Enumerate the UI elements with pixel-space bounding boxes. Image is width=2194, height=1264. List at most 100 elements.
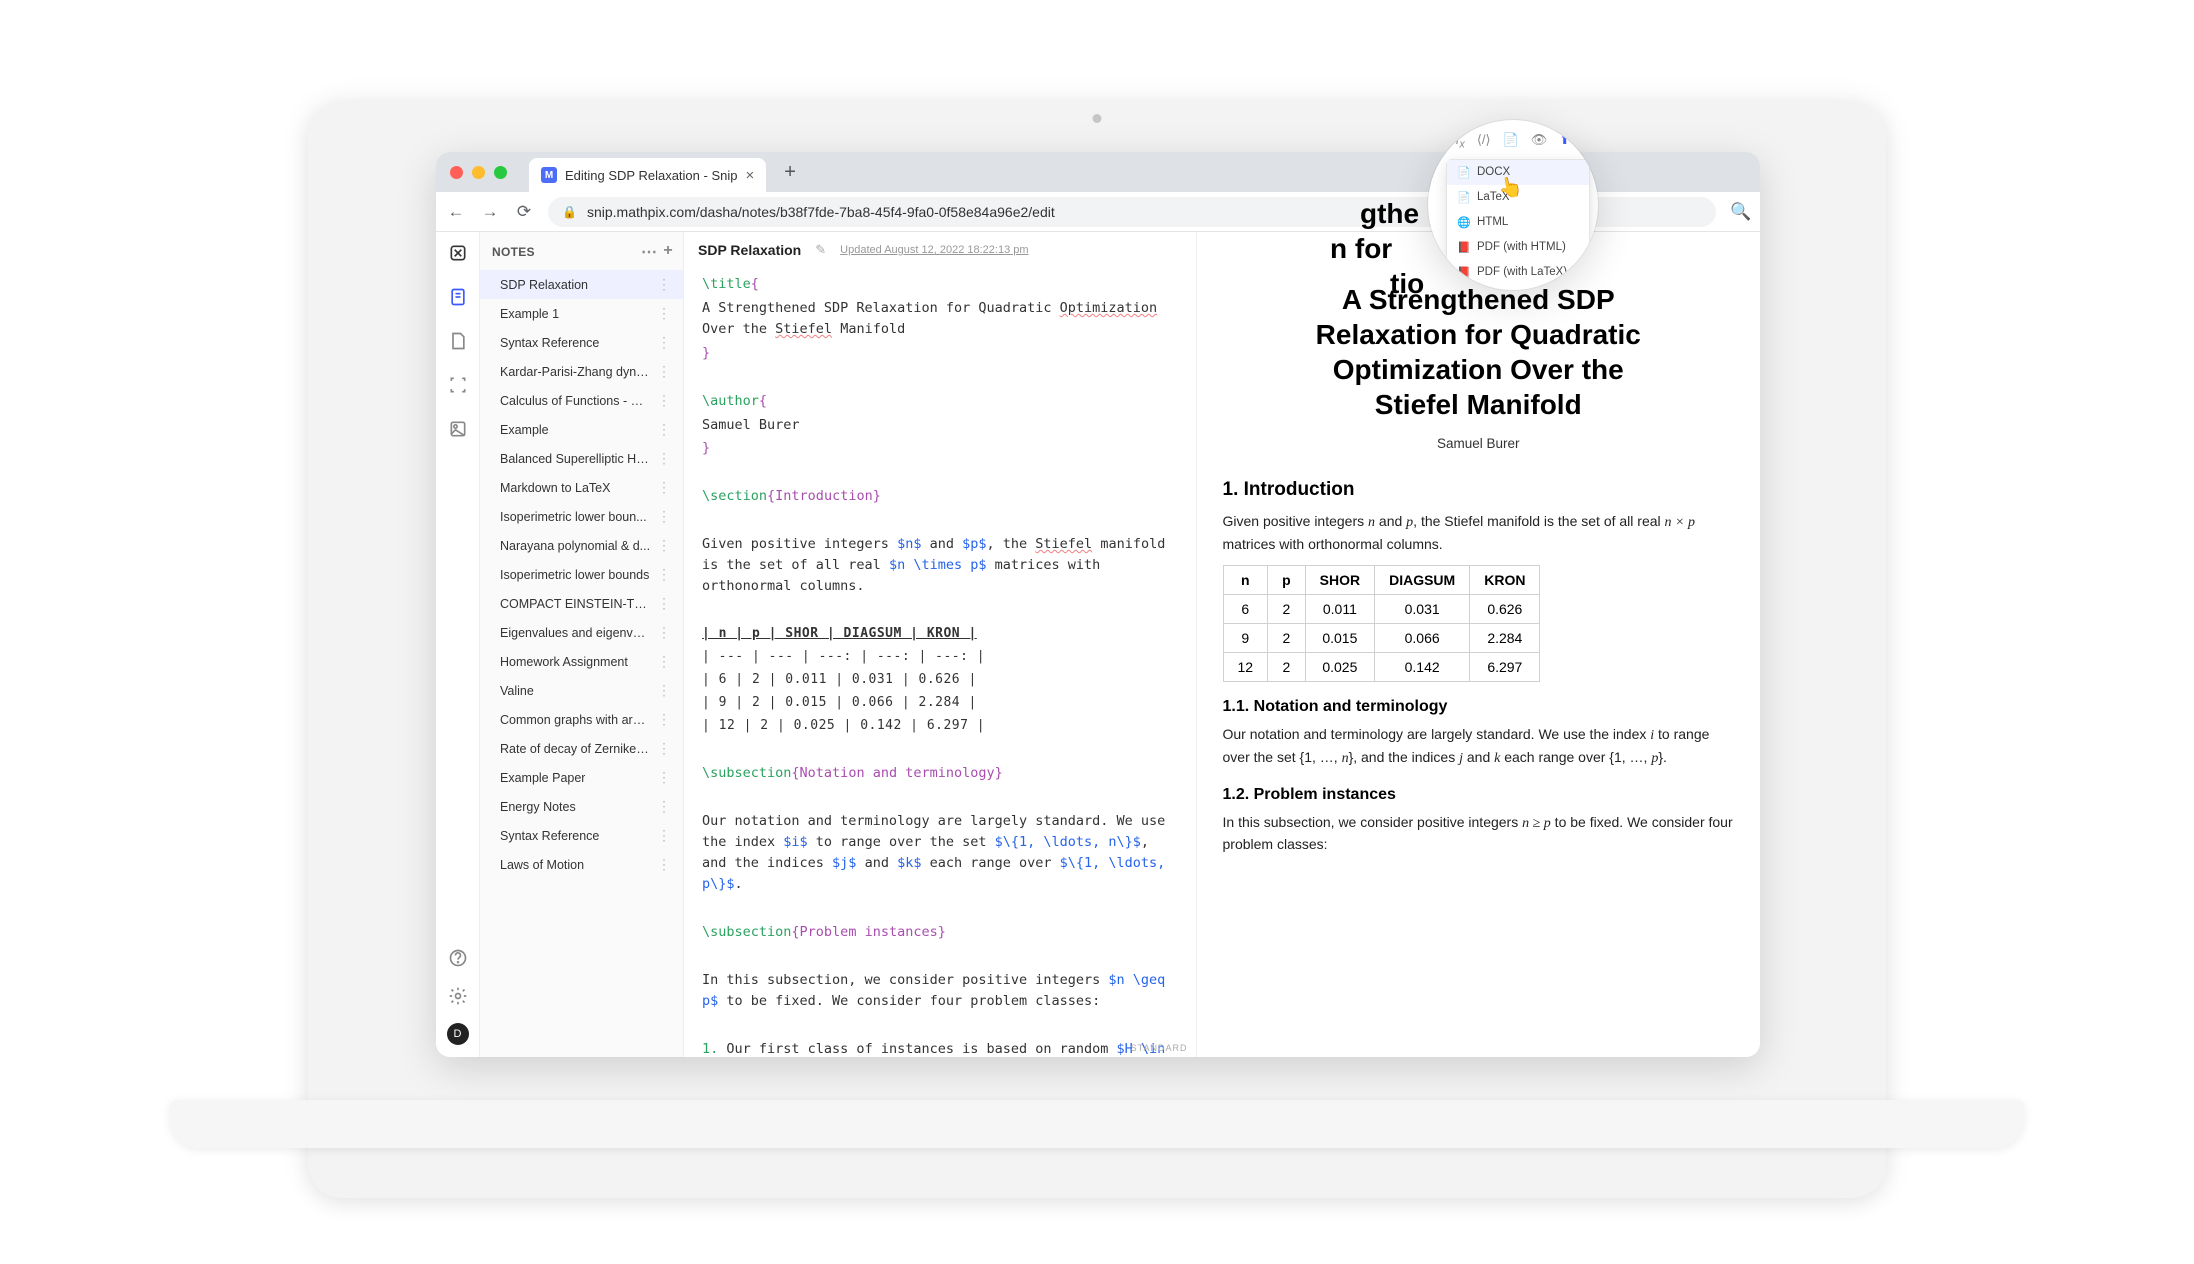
note-item[interactable]: Isoperimetric lower boun...⋮ — [480, 502, 683, 531]
note-item[interactable]: Common graphs with arbi...⋮ — [480, 705, 683, 734]
format-icon[interactable]: ⟨/⟩ — [1477, 132, 1491, 151]
notes-sidebar: NOTES ⋯ + SDP Relaxation⋮Example 1⋮Synta… — [480, 232, 684, 1057]
note-more-icon[interactable]: ⋮ — [651, 566, 677, 583]
export-item-icon: 📕 — [1457, 266, 1469, 279]
note-label: Example 1 — [500, 307, 559, 321]
table-header: KRON — [1470, 566, 1540, 595]
note-item[interactable]: Homework Assignment⋮ — [480, 647, 683, 676]
note-item[interactable]: Isoperimetric lower bounds⋮ — [480, 560, 683, 589]
note-more-icon[interactable]: ⋮ — [651, 276, 677, 293]
pdf-tab-icon[interactable] — [447, 330, 469, 352]
close-window-button[interactable] — [450, 166, 463, 179]
note-item[interactable]: SDP Relaxation⋮ — [480, 270, 683, 299]
table-header: p — [1268, 566, 1306, 595]
scan-tab-icon[interactable] — [447, 374, 469, 396]
export-item-label: HTML — [1477, 216, 1508, 228]
note-item[interactable]: Markdown to LaTeX⋮ — [480, 473, 683, 502]
note-item[interactable]: Rate of decay of Zernike c...⋮ — [480, 734, 683, 763]
note-label: Balanced Superelliptic Ha... — [500, 452, 651, 466]
note-more-icon[interactable]: ⋮ — [651, 624, 677, 641]
note-item[interactable]: Energy Notes⋮ — [480, 792, 683, 821]
note-more-icon[interactable]: ⋮ — [651, 334, 677, 351]
note-more-icon[interactable]: ⋮ — [651, 653, 677, 670]
tab-favicon: M — [541, 167, 557, 183]
note-more-icon[interactable]: ⋮ — [651, 711, 677, 728]
note-item[interactable]: Kardar-Parisi-Zhang dyna...⋮ — [480, 357, 683, 386]
preview-table: npSHORDIAGSUMKRON 620.0110.0310.626920.0… — [1223, 565, 1541, 682]
export-icon[interactable]: ⬆ — [1559, 132, 1570, 151]
preview-intro-text: Given positive integers n and p, the Sti… — [1223, 511, 1735, 555]
new-tab-button[interactable]: + — [776, 161, 804, 184]
lock-icon: 🔒 — [562, 205, 577, 219]
note-item[interactable]: Example⋮ — [480, 415, 683, 444]
editor-pane: SDP Relaxation ✎ Updated August 12, 2022… — [684, 232, 1197, 1057]
settings-icon[interactable] — [447, 985, 469, 1007]
browser-tab[interactable]: M Editing SDP Relaxation - Snip × — [529, 158, 766, 192]
export-item-icon: 🌐 — [1457, 216, 1469, 229]
user-avatar[interactable]: D — [447, 1023, 469, 1045]
note-label: Rate of decay of Zernike c... — [500, 742, 651, 756]
note-more-icon[interactable]: ⋮ — [651, 450, 677, 467]
note-label: Valine — [500, 684, 534, 698]
preview-toolbar: fx ⟨/⟩ 📄 👁 ⬆ — [1428, 130, 1598, 157]
note-more-icon[interactable]: ⋮ — [651, 595, 677, 612]
note-more-icon[interactable]: ⋮ — [651, 827, 677, 844]
note-more-icon[interactable]: ⋮ — [651, 537, 677, 554]
note-label: Common graphs with arbi... — [500, 713, 651, 727]
back-button[interactable]: ← — [446, 202, 466, 222]
maximize-window-button[interactable] — [494, 166, 507, 179]
edit-title-icon[interactable]: ✎ — [815, 242, 826, 258]
laptop-base — [170, 1100, 2024, 1148]
export-zoom-callout: fx ⟨/⟩ 📄 👁 ⬆ 📄DOCX📄LaTeX🌐HTML📕PDF (with … — [1428, 120, 1598, 290]
note-more-icon[interactable]: ⋮ — [651, 305, 677, 322]
minimize-window-button[interactable] — [472, 166, 485, 179]
sidebar-more-icon[interactable]: ⋯ — [641, 242, 657, 262]
images-tab-icon[interactable] — [447, 418, 469, 440]
note-more-icon[interactable]: ⋮ — [651, 479, 677, 496]
note-list[interactable]: SDP Relaxation⋮Example 1⋮Syntax Referenc… — [480, 270, 683, 1057]
table-row: 620.0110.0310.626 — [1223, 595, 1540, 624]
note-more-icon[interactable]: ⋮ — [651, 421, 677, 438]
export-menu-item[interactable]: 🌐 HTML — [1447, 210, 1589, 235]
sidebar-add-icon[interactable]: + — [663, 242, 673, 262]
note-item[interactable]: Syntax Reference⋮ — [480, 328, 683, 357]
export-menu-item[interactable]: 🍃Overleaf — [1447, 285, 1589, 290]
note-more-icon[interactable]: ⋮ — [651, 363, 677, 380]
fx-icon[interactable]: fx — [1456, 132, 1465, 151]
note-item[interactable]: Laws of Motion⋮ — [480, 850, 683, 879]
note-more-icon[interactable]: ⋮ — [651, 508, 677, 525]
note-item[interactable]: Eigenvalues and eigenvec...⋮ — [480, 618, 683, 647]
main-area: SDP Relaxation ✎ Updated August 12, 2022… — [684, 232, 1760, 1057]
forward-button[interactable]: → — [480, 202, 500, 222]
app-content: D NOTES ⋯ + SDP Relaxation⋮Example 1⋮Syn… — [436, 232, 1760, 1057]
preview-heading-notation: 1.1. Notation and terminology — [1223, 698, 1735, 716]
note-more-icon[interactable]: ⋮ — [651, 769, 677, 786]
table-row: 1220.0250.1426.297 — [1223, 653, 1540, 682]
note-item[interactable]: Example 1 ⋮ — [480, 299, 683, 328]
note-item[interactable]: Balanced Superelliptic Ha...⋮ — [480, 444, 683, 473]
app-logo[interactable] — [447, 242, 469, 264]
tab-close-icon[interactable]: × — [745, 167, 754, 184]
notes-tab-icon[interactable] — [447, 286, 469, 308]
note-more-icon[interactable]: ⋮ — [651, 392, 677, 409]
note-item[interactable]: Syntax Reference⋮ — [480, 821, 683, 850]
note-more-icon[interactable]: ⋮ — [651, 740, 677, 757]
search-icon[interactable]: 🔍 — [1730, 202, 1750, 222]
export-menu-item[interactable]: 📕PDF (with HTML) — [1447, 235, 1589, 260]
copy-icon[interactable]: 📄 — [1503, 132, 1519, 151]
note-item[interactable]: Example Paper⋮ — [480, 763, 683, 792]
reload-button[interactable]: ⟳ — [514, 202, 534, 222]
note-more-icon[interactable]: ⋮ — [651, 856, 677, 873]
note-item[interactable]: Calculus of Functions - Ch...⋮ — [480, 386, 683, 415]
note-item[interactable]: Valine ⋮ — [480, 676, 683, 705]
note-more-icon[interactable]: ⋮ — [651, 798, 677, 815]
laptop-camera — [1093, 114, 1102, 123]
editor-body[interactable]: \title{ A Strengthened SDP Relaxation fo… — [684, 268, 1196, 1057]
note-more-icon[interactable]: ⋮ — [651, 682, 677, 699]
export-menu-item[interactable]: 📕PDF (with LaTeX) — [1447, 260, 1589, 285]
note-item[interactable]: Narayana polynomial & d...⋮ — [480, 531, 683, 560]
help-icon[interactable] — [447, 947, 469, 969]
view-icon[interactable]: 👁 — [1531, 132, 1548, 151]
note-label: COMPACT EINSTEIN-TYP... — [500, 597, 651, 611]
note-item[interactable]: COMPACT EINSTEIN-TYP...⋮ — [480, 589, 683, 618]
